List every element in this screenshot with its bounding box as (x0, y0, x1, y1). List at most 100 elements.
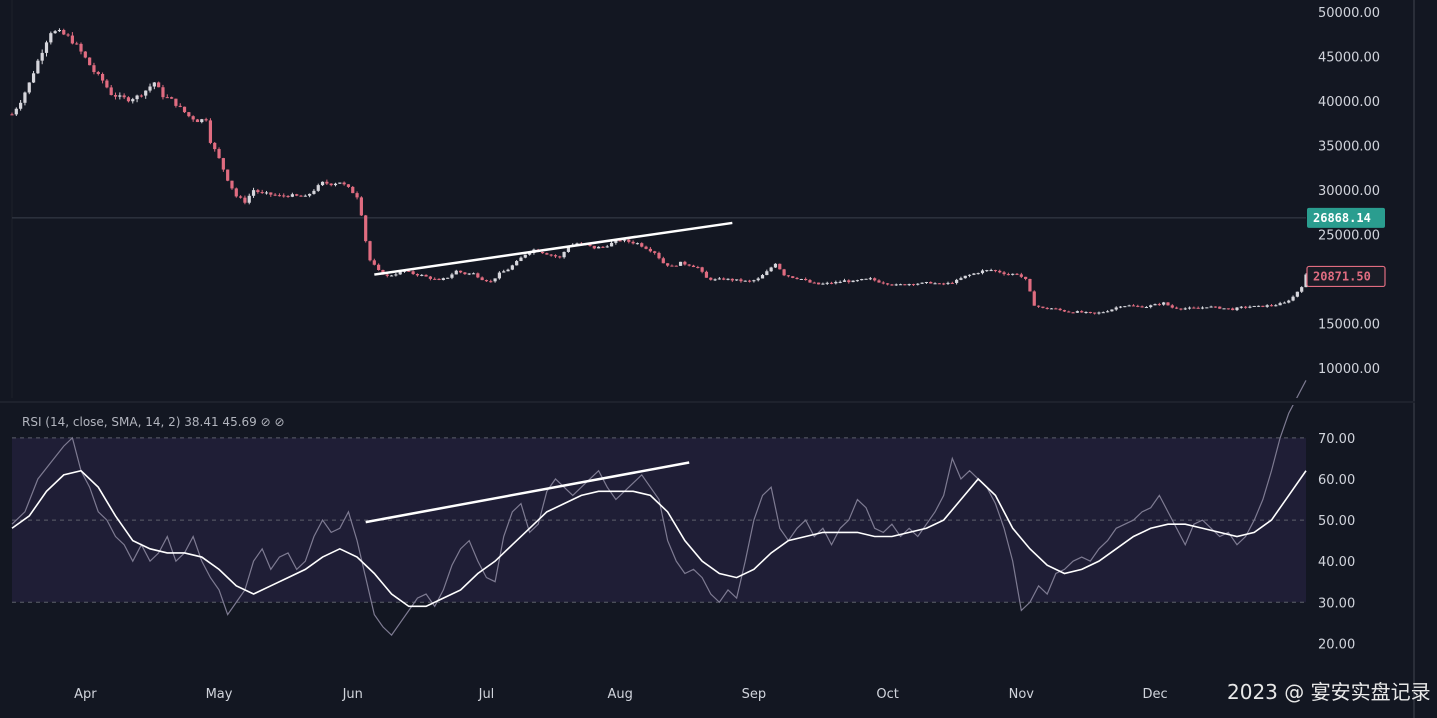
candle-body (351, 186, 355, 194)
candle-body (14, 108, 18, 115)
candle-body (1097, 312, 1101, 314)
price-axis[interactable]: 50000.00 45000.00 40000.00 35000.00 30000.00… (1306, 6, 1386, 377)
candle-body (75, 43, 79, 45)
candle-body (1175, 307, 1179, 309)
candle-body (316, 185, 320, 191)
candle-body (338, 182, 342, 184)
candle-body (355, 193, 359, 198)
candle-body (49, 33, 53, 43)
candle-body (1036, 305, 1041, 307)
candle-body (691, 265, 696, 268)
candle-body (161, 87, 165, 98)
candle-body (1213, 306, 1218, 308)
candle-body (540, 251, 545, 254)
candle-body (36, 60, 40, 74)
candle-body (139, 95, 143, 97)
candle-body (1140, 306, 1144, 308)
candle-body (299, 195, 303, 197)
candle-body (182, 106, 187, 113)
candle-body (976, 273, 980, 275)
candle-body (1058, 308, 1062, 311)
candle-body (1291, 296, 1295, 301)
candle-body (144, 90, 148, 96)
candle-body (502, 271, 506, 273)
candle-body (812, 282, 816, 284)
candle-body (88, 57, 92, 66)
candle-body (1041, 306, 1045, 308)
candle-body (687, 264, 691, 266)
candle-body (657, 252, 661, 259)
candle-body (1162, 302, 1166, 305)
candle-body (411, 271, 415, 275)
candle-body (980, 270, 985, 274)
candle-body (70, 35, 74, 44)
candle-body (437, 278, 441, 281)
watermark-text: 2023 @ 宴安实盘记录 (1227, 680, 1431, 704)
candle-body (860, 278, 864, 281)
candle-body (545, 253, 549, 255)
candle-body (174, 98, 178, 106)
candle-body (648, 248, 652, 252)
candle-body (726, 278, 730, 280)
candle-body (730, 278, 734, 281)
candle-body (937, 283, 941, 285)
candle-body (1278, 303, 1282, 306)
candle-body (131, 99, 135, 102)
candle-body (515, 261, 519, 266)
candle-body (1287, 300, 1291, 303)
candle-body (722, 278, 726, 280)
candle-body (894, 284, 898, 286)
candle-body (704, 271, 709, 278)
candle-body (303, 195, 307, 197)
rsi-tick-label: 40.00 (1318, 555, 1355, 570)
candle-body (1200, 307, 1205, 309)
candle-body (1183, 308, 1187, 310)
price-tick-label: 45000.00 (1318, 51, 1380, 66)
candle-body (597, 246, 601, 249)
candle-body (1209, 306, 1213, 308)
candle-body (10, 114, 14, 116)
month-label: Jul (478, 687, 495, 702)
candle-body (385, 274, 389, 276)
candle-body (1218, 306, 1222, 309)
candle-body (631, 241, 635, 244)
candle-body (752, 280, 756, 282)
candle-body (696, 267, 700, 269)
candle-body (359, 197, 363, 216)
candle-body (441, 278, 445, 281)
chart-canvas[interactable]: Apr May Jun Jul Aug Sep Oct Nov Dec 50000.00 4500… (0, 0, 1437, 718)
candle-body (924, 282, 929, 284)
month-label: Aug (607, 687, 632, 702)
candle-body (825, 282, 829, 284)
candle-body (851, 280, 855, 283)
candle-body (1144, 307, 1149, 309)
candle-body (1019, 274, 1023, 277)
price-tick-label: 50000.00 (1318, 6, 1380, 21)
candle-body (1136, 305, 1140, 307)
candle-body (208, 120, 213, 143)
candle-body (415, 274, 420, 276)
candle-body (1192, 307, 1196, 309)
candle-body (217, 149, 221, 159)
month-label: Oct (876, 687, 898, 702)
candle-body (1187, 307, 1192, 309)
candle-body (27, 82, 31, 93)
month-label: Nov (1009, 687, 1035, 702)
candle-body (1170, 305, 1174, 308)
candle-body (886, 283, 890, 285)
candle-body (609, 242, 614, 247)
candle-body (1179, 308, 1183, 310)
last-price-badge-text: 26868.14 (1313, 211, 1371, 225)
candle-body (428, 276, 432, 279)
candle-body (66, 34, 70, 36)
candle-body (286, 195, 290, 197)
candle-body (933, 283, 937, 285)
candle-body (152, 82, 156, 87)
candle-body (264, 192, 269, 194)
candle-body (1105, 311, 1110, 313)
candle-body (739, 279, 743, 282)
price-tick-label: 10000.00 (1318, 362, 1380, 377)
candle-body (450, 274, 454, 278)
candle-body (808, 280, 812, 283)
candle-body (1244, 306, 1248, 308)
